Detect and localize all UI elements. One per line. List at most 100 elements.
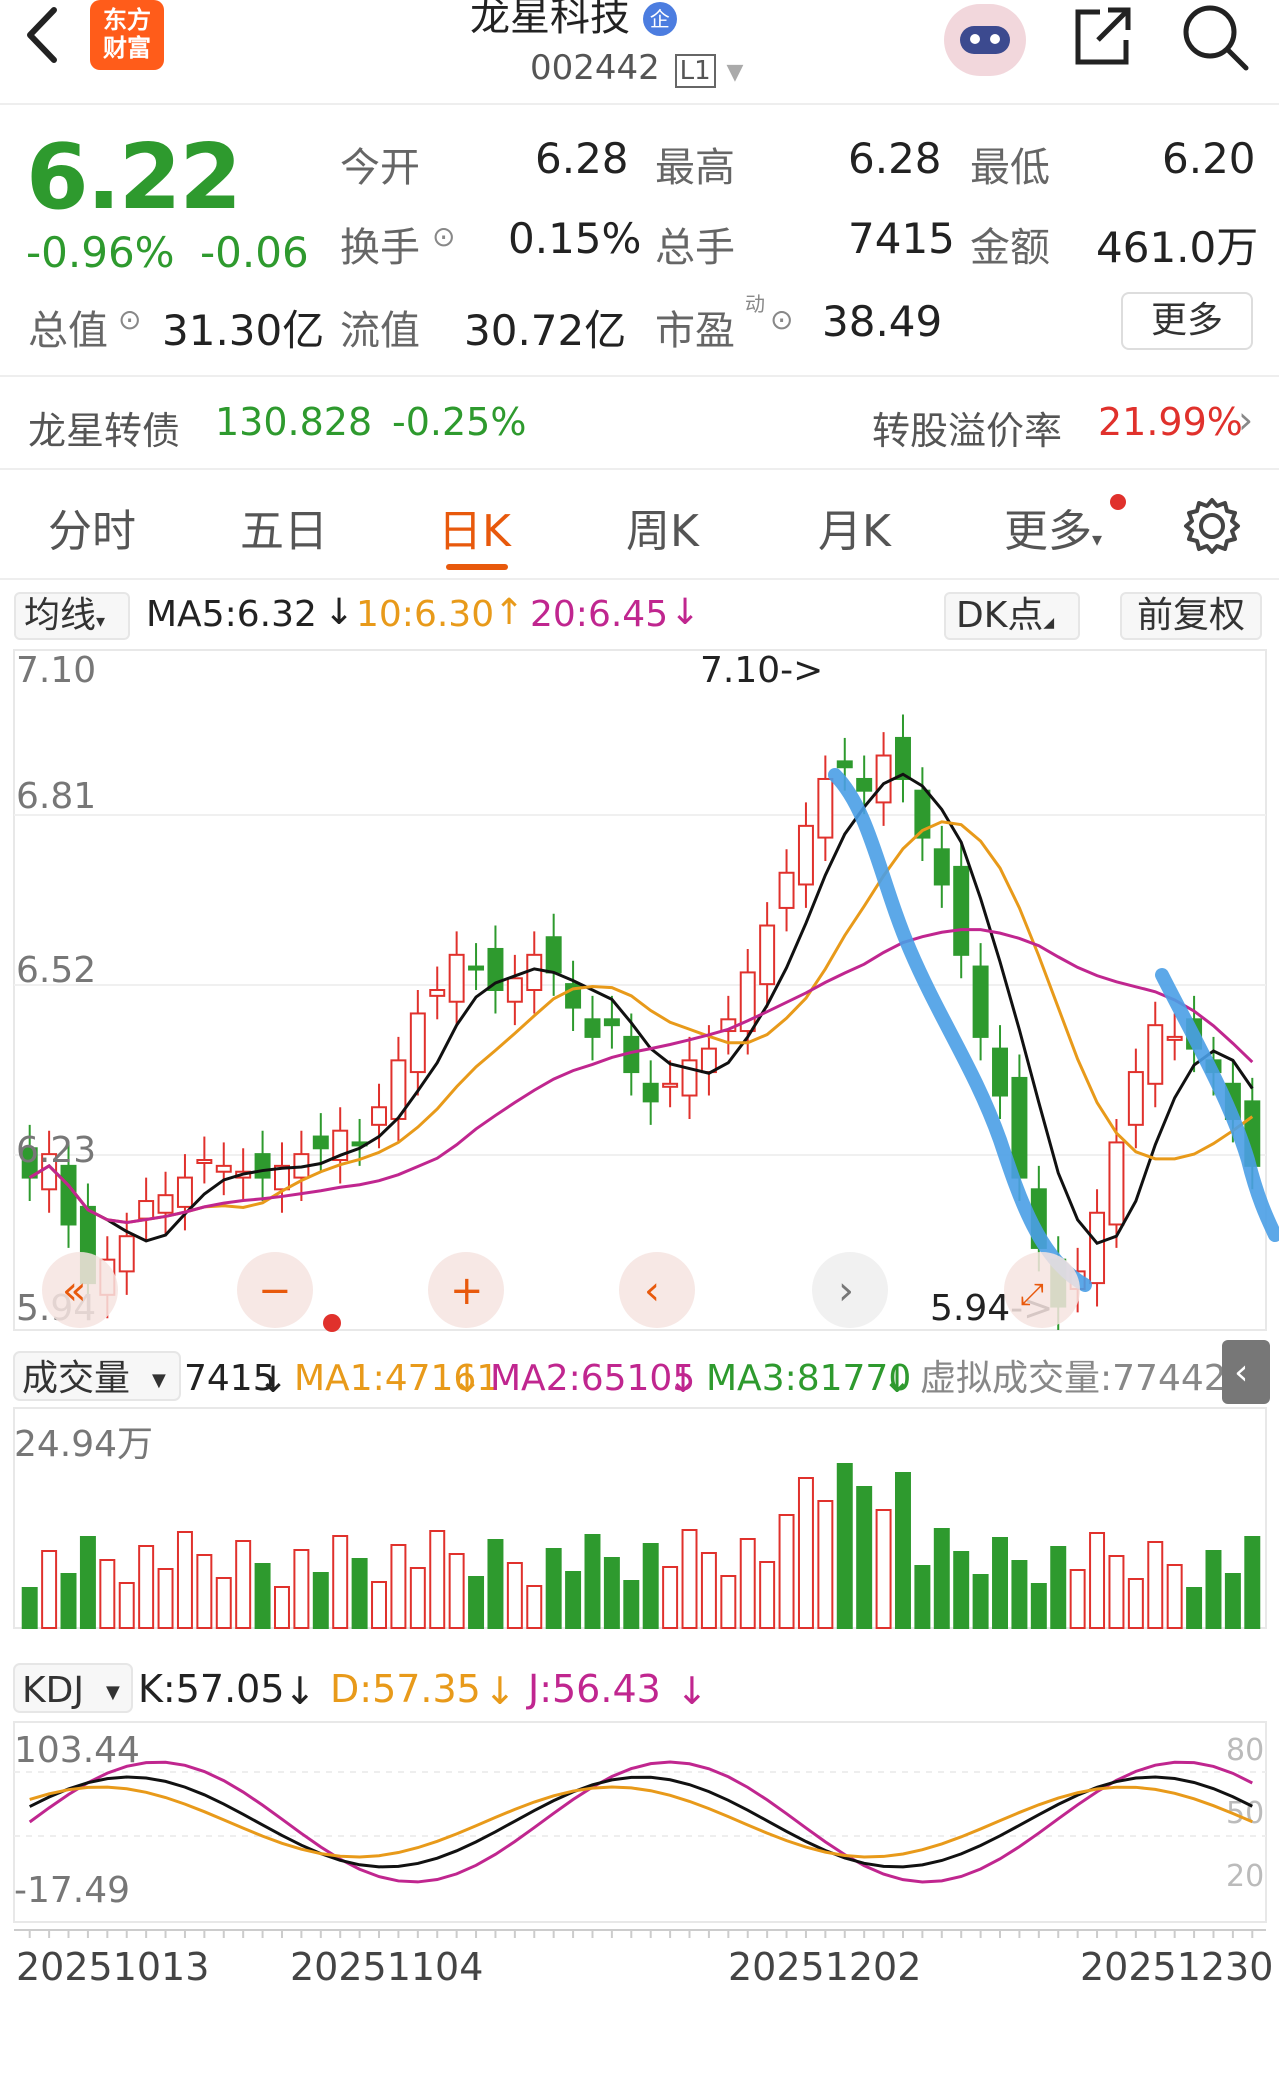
plus-icon: + <box>450 1268 484 1314</box>
volume-bar <box>1030 1583 1047 1629</box>
pe-label: 市盈 <box>655 308 735 354</box>
tab-monthly-k[interactable]: 月K <box>818 495 891 559</box>
info-icon[interactable]: ⊙ <box>118 303 141 336</box>
kdj-max-label: 103.44 <box>14 1730 140 1771</box>
fullscreen-button: ⤢ <box>1004 1252 1080 1328</box>
divider <box>0 375 1279 377</box>
zoom-out-button: − <box>237 1252 313 1328</box>
zoom-in-button: + <box>428 1252 504 1328</box>
volume-bar <box>681 1529 698 1629</box>
stock-code-row[interactable]: 002442 L1 ▼ <box>530 48 743 88</box>
share-icon[interactable] <box>1070 4 1134 68</box>
bond-change: -0.25% <box>392 400 527 444</box>
candle-body <box>836 760 853 769</box>
gear-icon[interactable] <box>1182 496 1242 556</box>
app-logo: 东方 财富 <box>90 0 164 70</box>
current-price: 6.22 <box>26 125 242 230</box>
volume-bar <box>1186 1587 1203 1629</box>
indicator-selector[interactable]: 均线▾ <box>14 592 130 640</box>
pe-value: 38.49 <box>822 297 943 346</box>
more-button[interactable]: 更多 <box>1121 292 1253 350</box>
kdj-d: D:57.35 <box>330 1667 481 1711</box>
candle-body <box>681 1059 698 1097</box>
kdj-selector-label: KDJ <box>22 1670 84 1711</box>
volume-bar <box>662 1566 679 1629</box>
candle-body <box>603 1018 620 1027</box>
ma10-value: 10:6.30 <box>356 594 495 635</box>
ma5-value: MA5:6.32 <box>146 594 317 635</box>
volume-bar <box>468 1576 485 1629</box>
down-arrow-icon: ↓ <box>452 1360 482 1401</box>
tab-five-day[interactable]: 五日 <box>240 495 328 559</box>
float-cap-value: 30.72亿 <box>464 306 627 355</box>
up-arrow-icon: ↑ <box>494 592 525 633</box>
volume-bar <box>41 1550 58 1629</box>
chevron-right-icon: › <box>838 1268 854 1314</box>
kdj-min-label: -17.49 <box>14 1870 130 1911</box>
scroll-left-button: ‹ <box>619 1252 695 1328</box>
chevron-left-icon[interactable] <box>22 6 62 64</box>
tab-more[interactable]: 更多▾ <box>1004 495 1102 559</box>
info-icon[interactable]: ⊙ <box>770 303 793 336</box>
kline-frame <box>13 649 1267 1331</box>
volume-bar <box>933 1528 950 1629</box>
minus-icon: − <box>258 1268 292 1314</box>
volume-bar <box>371 1581 388 1629</box>
tab-intraday[interactable]: 分时 <box>48 495 136 559</box>
kdj-line <box>28 1760 1253 1884</box>
candle-body <box>118 1235 135 1273</box>
tab-more-label: 更多 <box>1004 506 1092 557</box>
amount-value: 461.0万 <box>1096 223 1259 272</box>
candle-body <box>138 1200 155 1220</box>
candle-body <box>448 953 465 1003</box>
kline-y-label: 6.52 <box>16 950 96 991</box>
volume-bar <box>894 1472 911 1629</box>
stock-name: 龙星科技 <box>470 0 630 40</box>
x-axis-label: 20251104 <box>290 1945 483 1989</box>
volume-bar <box>506 1562 523 1629</box>
caret-down-icon: ▼ <box>152 1370 166 1391</box>
candle-body <box>992 1047 1009 1097</box>
dk-point-toggle[interactable]: DK点◢ <box>944 592 1080 640</box>
volume-value: 7415 <box>848 214 955 263</box>
candle-body <box>759 924 776 986</box>
candle-body <box>933 848 950 886</box>
candle-body <box>797 824 814 886</box>
turnover-value: 0.15% <box>508 214 642 263</box>
candle-body <box>1127 1071 1144 1126</box>
amount-label: 金额 <box>970 225 1050 271</box>
float-cap-label: 流值 <box>340 308 420 354</box>
bond-name: 龙星转债 <box>28 409 181 453</box>
volume-bar <box>1108 1555 1125 1629</box>
ma-line <box>28 772 1254 1246</box>
info-icon[interactable]: ⊙ <box>432 220 455 253</box>
volume-bar <box>196 1554 213 1629</box>
volume-bar <box>953 1551 970 1629</box>
candle-body <box>429 989 446 997</box>
change-percent: -0.96% <box>26 228 175 277</box>
robot-assistant-icon[interactable] <box>944 4 1026 76</box>
double-chevron-left-icon: « <box>62 1268 86 1314</box>
volume-bar <box>700 1552 717 1629</box>
volume-bar <box>526 1585 543 1629</box>
period-tabs: 分时 五日 日K 周K 月K 更多▾ <box>0 470 1279 580</box>
stock-code: 002442 <box>530 48 660 88</box>
enterprise-badge: 企 <box>642 2 677 36</box>
adjust-selector[interactable]: 前复权 <box>1120 592 1262 640</box>
candle-body <box>60 1164 77 1226</box>
annotation-stroke <box>828 768 1092 1292</box>
tab-daily-k[interactable]: 日K <box>438 495 511 559</box>
search-icon[interactable] <box>1180 2 1250 72</box>
vol-ma2: MA2:65105 <box>490 1358 695 1399</box>
ma-selector-label: 均线 <box>24 595 97 636</box>
open-value: 6.28 <box>535 134 629 183</box>
candle-body <box>1108 1141 1125 1226</box>
volume-bar <box>1224 1573 1241 1629</box>
vol-ma3: MA3:81770 <box>706 1358 911 1399</box>
candle-body <box>700 1047 717 1074</box>
candle-body <box>196 1159 213 1164</box>
kline-chart[interactable]: 7.10 6.81 6.52 6.23 5.94 7.10-> 5.94-> «… <box>0 640 1279 2079</box>
kline-y-label: 6.23 <box>16 1130 96 1171</box>
down-arrow-icon: ↓ <box>324 592 355 633</box>
tab-weekly-k[interactable]: 周K <box>626 495 699 559</box>
